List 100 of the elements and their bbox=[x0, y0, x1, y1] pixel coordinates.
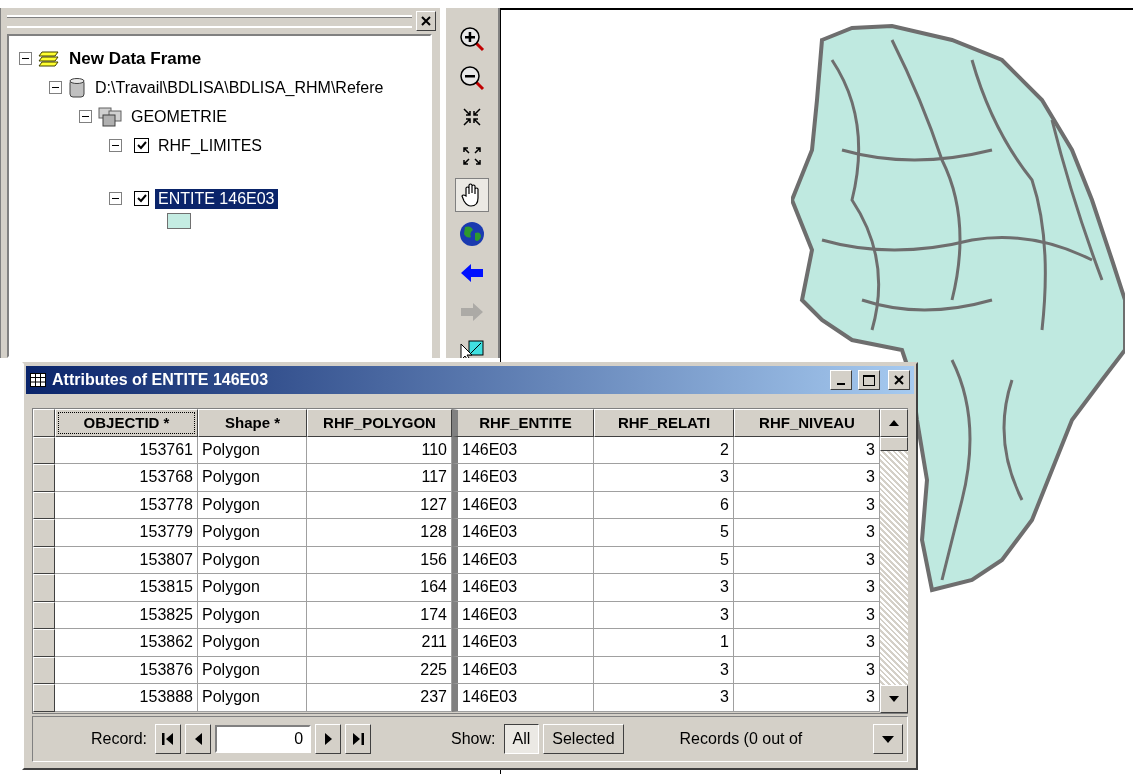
legend-swatch bbox=[167, 213, 191, 229]
minimize-button[interactable] bbox=[830, 370, 852, 390]
table-cell: 146E03 bbox=[452, 491, 594, 519]
table-cell: Polygon bbox=[198, 684, 307, 712]
close-button[interactable] bbox=[888, 370, 910, 390]
tree-toggle[interactable] bbox=[79, 110, 92, 123]
tree-toggle[interactable] bbox=[49, 81, 62, 94]
row-selector[interactable] bbox=[33, 684, 55, 712]
show-toggle[interactable]: Selected bbox=[543, 724, 624, 754]
table-cell: 153862 bbox=[55, 629, 198, 657]
table-cell: 3 bbox=[734, 436, 880, 464]
database-icon bbox=[68, 76, 86, 99]
column-header[interactable]: RHF_RELATI bbox=[594, 409, 734, 437]
table-cell: Polygon bbox=[198, 464, 307, 492]
column-header[interactable]: RHF_NIVEAU bbox=[734, 409, 880, 437]
right-triangle-icon bbox=[324, 733, 332, 745]
vertical-scrollbar[interactable] bbox=[880, 409, 908, 713]
column-header[interactable]: RHF_POLYGON bbox=[307, 409, 452, 437]
table-cell: 3 bbox=[734, 546, 880, 574]
table-cell: 3 bbox=[734, 491, 880, 519]
layer-checkbox[interactable] bbox=[134, 138, 149, 153]
scroll-down-button[interactable] bbox=[880, 685, 908, 713]
table-cell: 5 bbox=[594, 546, 734, 574]
column-header[interactable]: Shape * bbox=[198, 409, 307, 437]
table-cell: 3 bbox=[734, 629, 880, 657]
layer-checkbox[interactable] bbox=[134, 191, 149, 206]
records-count: Records (0 out of bbox=[679, 730, 804, 748]
check-icon bbox=[136, 194, 147, 203]
table-cell: 153778 bbox=[55, 491, 198, 519]
table-cell: 146E03 bbox=[452, 436, 594, 464]
collapse-icon bbox=[112, 142, 119, 149]
tree-toggle[interactable] bbox=[19, 52, 32, 65]
column-header[interactable]: RHF_ENTITE bbox=[452, 409, 594, 437]
table-cell: 146E03 bbox=[452, 464, 594, 492]
last-record-button[interactable] bbox=[345, 724, 372, 754]
table-cell: 153815 bbox=[55, 574, 198, 602]
row-selector[interactable] bbox=[33, 656, 55, 684]
tree-toggle[interactable] bbox=[109, 139, 122, 152]
table-cell: 153779 bbox=[55, 519, 198, 547]
table-cell: 3 bbox=[594, 656, 734, 684]
table-cell: 156 bbox=[307, 546, 452, 574]
tree-item[interactable]: D:\Travail\BDLISA\BDLISA_RHM\Refere bbox=[92, 77, 387, 98]
tree-item[interactable]: RHF_LIMITES bbox=[155, 135, 265, 156]
scroll-thumb[interactable] bbox=[880, 437, 908, 451]
table-cell: Polygon bbox=[198, 546, 307, 574]
table-cell: 110 bbox=[307, 436, 452, 464]
collapse-icon bbox=[82, 113, 89, 120]
table-cell: 211 bbox=[307, 629, 452, 657]
tree-toggle[interactable] bbox=[109, 192, 122, 205]
row-selector[interactable] bbox=[33, 574, 55, 602]
panel-gripper[interactable] bbox=[7, 14, 412, 28]
row-selector[interactable] bbox=[33, 546, 55, 574]
record-field[interactable]: 0 bbox=[215, 725, 312, 753]
table-cell: 117 bbox=[307, 464, 452, 492]
tree-item[interactable]: GEOMETRIE bbox=[128, 106, 230, 127]
row-selector[interactable] bbox=[33, 436, 55, 464]
table-cell: Polygon bbox=[198, 601, 307, 629]
table-cell: 146E03 bbox=[452, 574, 594, 602]
left-triangle-icon bbox=[194, 733, 202, 745]
table-cell: 3 bbox=[594, 601, 734, 629]
table-cell: Polygon bbox=[198, 491, 307, 519]
options-button[interactable] bbox=[873, 724, 903, 754]
previous-record-button[interactable] bbox=[185, 724, 212, 754]
table-cell: 3 bbox=[594, 464, 734, 492]
show-label: Show: bbox=[451, 730, 496, 748]
row-selector[interactable] bbox=[33, 629, 55, 657]
row-selector[interactable] bbox=[33, 491, 55, 519]
table-cell: 153768 bbox=[55, 464, 198, 492]
data-frame-label[interactable]: New Data Frame bbox=[66, 47, 205, 70]
close-button[interactable] bbox=[416, 11, 436, 31]
maximize-button[interactable] bbox=[858, 370, 880, 390]
table-cell: 1 bbox=[594, 629, 734, 657]
table-cell: Polygon bbox=[198, 519, 307, 547]
table-cell: 3 bbox=[734, 574, 880, 602]
table-cell: 146E03 bbox=[452, 546, 594, 574]
row-selector[interactable] bbox=[33, 464, 55, 492]
maximize-icon bbox=[863, 374, 875, 386]
table-cell: Polygon bbox=[198, 629, 307, 657]
row-selector[interactable] bbox=[33, 519, 55, 547]
table-cell: 153825 bbox=[55, 601, 198, 629]
tree-item[interactable]: ENTITE 146E03 bbox=[155, 188, 278, 209]
row-selector[interactable] bbox=[33, 601, 55, 629]
toolbar-button[interactable] bbox=[455, 178, 489, 212]
table-cell: 174 bbox=[307, 601, 452, 629]
table-cell: Polygon bbox=[198, 436, 307, 464]
close-icon bbox=[421, 16, 431, 26]
show-toggle[interactable]: All bbox=[503, 724, 540, 754]
table-cell: 5 bbox=[594, 519, 734, 547]
first-icon bbox=[162, 733, 175, 745]
table-cell: 3 bbox=[594, 684, 734, 712]
next-record-button[interactable] bbox=[315, 724, 342, 754]
first-record-button[interactable] bbox=[155, 724, 182, 754]
zoom-in-icon bbox=[459, 26, 485, 52]
zoom-out-icon bbox=[459, 65, 485, 91]
table-cell: 3 bbox=[594, 574, 734, 602]
column-header[interactable]: OBJECTID * bbox=[55, 409, 198, 437]
scroll-up-button[interactable] bbox=[880, 409, 908, 437]
down-triangle-icon bbox=[882, 735, 894, 743]
collapse-icon bbox=[52, 84, 59, 91]
table-cell: 3 bbox=[734, 656, 880, 684]
